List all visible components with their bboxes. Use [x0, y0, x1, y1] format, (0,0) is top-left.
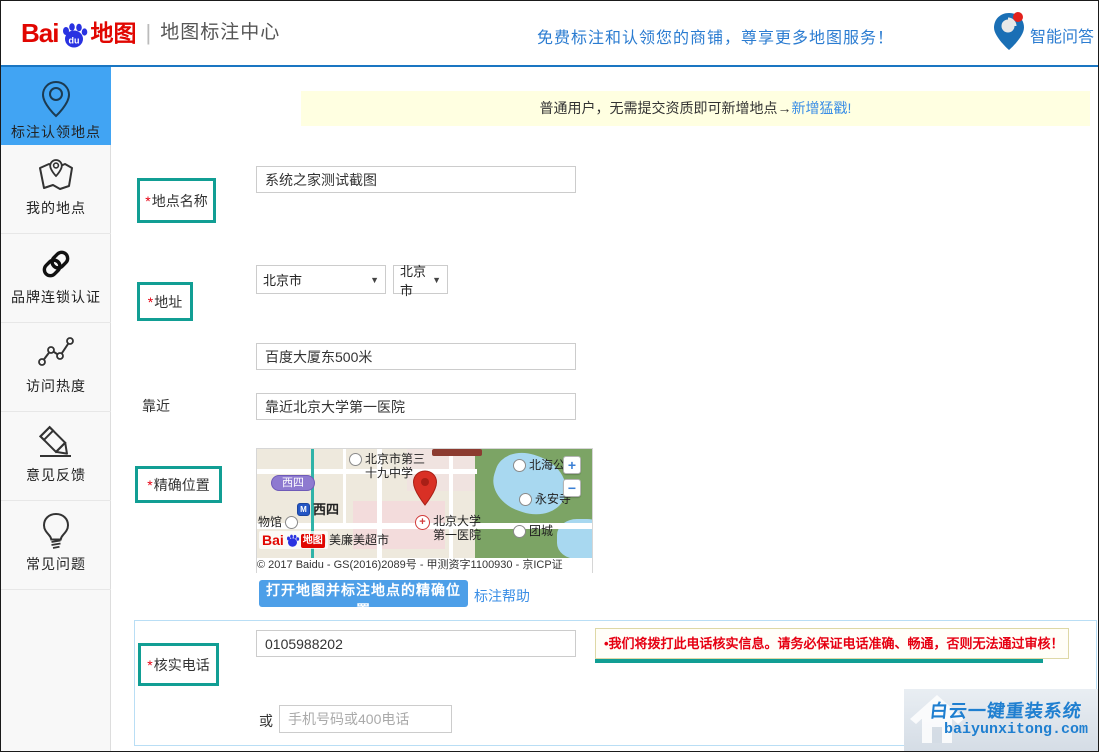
sidebar-item-faq[interactable]: 常见问题 [1, 510, 111, 590]
map-logo-bai: Bai [262, 532, 284, 548]
annotation-help-link[interactable]: 标注帮助 [474, 586, 530, 606]
place-name-label-highlight: *地点名称 [137, 178, 216, 223]
watermark-url: baiyunxitong.com [944, 721, 1088, 738]
svg-text:du: du [69, 36, 80, 46]
sidebar-item-label: 品牌连锁认证 [1, 287, 111, 307]
location-pin-icon [35, 78, 77, 120]
notice-banner: 普通用户，无需提交资质即可新增地点→新增猛戳! [301, 91, 1090, 126]
city-select-value: 北京市 [400, 261, 428, 299]
address-label: 地址 [154, 292, 182, 312]
map-red-pin-icon [412, 470, 438, 507]
sidebar-item-label: 意见反馈 [1, 465, 111, 485]
logo-text-map: 地图 [90, 18, 136, 48]
watermark-title: 白云一键重装系统 [929, 697, 1084, 723]
poi-dot-icon [513, 525, 526, 538]
map-poi-label: 西四 [313, 503, 339, 518]
map-poi-museum: 物馆 [258, 516, 298, 530]
watermark: 白云一键重装系统 baiyunxitong.com [904, 689, 1099, 752]
poi-dot-icon [513, 459, 526, 472]
sidebar: 标注认领地点 我的地点 品牌连锁认证 [1, 69, 111, 752]
poi-dot-icon [349, 453, 362, 466]
place-name-input[interactable] [256, 166, 576, 193]
required-asterisk: * [145, 193, 150, 209]
logo-subtitle: 地图标注中心 [160, 18, 280, 48]
chevron-down-icon: ▼ [370, 275, 379, 285]
address-detail-input[interactable] [256, 343, 576, 370]
warning-underline-annotation [595, 659, 1043, 663]
sidebar-item-my-places[interactable]: 我的地点 [1, 154, 111, 234]
province-select-value: 北京市 [263, 270, 366, 289]
map-poi-label: 北京大学第一医院 [433, 515, 489, 543]
required-asterisk: * [148, 294, 153, 310]
map-icon [35, 154, 77, 196]
pencil-icon [35, 421, 77, 463]
map-poi-label: 北海公 [529, 459, 565, 473]
smart-qa-label: 智能问答 [1030, 27, 1094, 49]
chain-link-icon [35, 243, 77, 285]
sidebar-item-brand-chain[interactable]: 品牌连锁认证 [1, 243, 111, 323]
banner-link[interactable]: 新增猛戳! [792, 100, 852, 116]
near-label: 靠近 [142, 396, 170, 416]
header: Bai du 地图 | 地图标注中心 免费标注和认领您的商铺，尊享更多地图服务！… [1, 1, 1099, 67]
map-poi-label: 团城 [529, 525, 553, 539]
hospital-cross-icon: + [415, 515, 430, 530]
phone-label: 核实电话 [154, 655, 210, 675]
map-zoom-in-button[interactable]: + [563, 456, 581, 474]
header-promo-text: 免费标注和认领您的商铺，尊享更多地图服务！ [537, 24, 894, 48]
metro-icon: M [297, 503, 310, 516]
map-poi-label: 物馆 [258, 516, 282, 530]
place-name-label: 地点名称 [152, 191, 208, 211]
position-label-highlight: *精确位置 [135, 466, 222, 503]
map-subway-station-badge: 西四 [271, 475, 315, 491]
open-map-button[interactable]: 打开地图并标注地点的精确位置 [259, 580, 468, 607]
required-asterisk: * [147, 657, 152, 673]
map-poi-hospital: + 北京大学第一医院 [415, 515, 489, 543]
logo-text-bai: Bai [21, 18, 58, 48]
map-logo-suffix: 地图 [301, 534, 325, 548]
lightbulb-icon [35, 510, 77, 552]
sidebar-item-label: 常见问题 [1, 554, 111, 574]
baidu-paw-icon: du [59, 20, 89, 50]
or-label: 或 [259, 711, 273, 731]
phone-label-highlight: *核实电话 [138, 643, 219, 686]
city-select[interactable]: 北京市 ▼ [393, 265, 448, 294]
page-frame: Bai du 地图 | 地图标注中心 免费标注和认领您的商铺，尊享更多地图服务！… [0, 0, 1099, 752]
province-select[interactable]: 北京市 ▼ [256, 265, 386, 294]
sidebar-item-label: 访问热度 [1, 376, 111, 396]
map-poi-beihai: 北海公 [513, 459, 565, 473]
banner-text: 普通用户，无需提交资质即可新增地点→ [540, 100, 792, 116]
map-copyright: © 2017 Baidu - GS(2016)2089号 - 甲测资字11009… [257, 558, 592, 573]
map-zoom-out-button[interactable]: − [563, 479, 581, 497]
required-asterisk: * [147, 477, 152, 493]
poi-dot-icon [519, 493, 532, 506]
line-chart-icon [35, 332, 77, 374]
poi-dot-icon [285, 516, 298, 529]
map-poi-label: 美廉美超市 [329, 534, 389, 548]
map-preview[interactable]: 西四 M 西四 物馆 美廉美超市 北京市第三十九中学 [256, 448, 593, 573]
position-label: 精确位置 [154, 475, 210, 495]
smart-qa-pin-icon [990, 9, 1028, 53]
sidebar-item-label: 我的地点 [1, 198, 111, 218]
smart-qa[interactable]: 智能问答 [990, 9, 1094, 53]
sidebar-item-visit-heat[interactable]: 访问热度 [1, 332, 111, 412]
phone-warning-message: •我们将拨打此电话核实信息。请务必保证电话准确、畅通，否则无法通过审核！ [595, 628, 1069, 659]
map-road [343, 449, 346, 523]
sidebar-item-feedback[interactable]: 意见反馈 [1, 421, 111, 501]
logo-divider: | [145, 18, 151, 48]
near-input[interactable] [256, 393, 576, 420]
sidebar-item-annotate-claim[interactable]: 标注认领地点 [1, 67, 111, 145]
alt-phone-input[interactable] [279, 705, 452, 733]
phone-input[interactable] [256, 630, 576, 657]
baidu-maps-logo[interactable]: Bai du 地图 | 地图标注中心 [21, 18, 280, 48]
map-canvas[interactable]: 西四 M 西四 物馆 美廉美超市 北京市第三十九中学 [257, 449, 592, 558]
chevron-down-icon: ▼ [432, 275, 441, 285]
map-baidu-logo: Bai 地图 [259, 531, 328, 549]
map-logo-paw-icon [285, 533, 300, 548]
map-poi-xisi: M 西四 [297, 503, 339, 518]
map-poi-tuancheng: 团城 [513, 525, 553, 539]
sidebar-item-label: 标注认领地点 [1, 122, 111, 142]
map-partial-label [432, 449, 482, 456]
address-label-highlight: *地址 [137, 282, 193, 321]
